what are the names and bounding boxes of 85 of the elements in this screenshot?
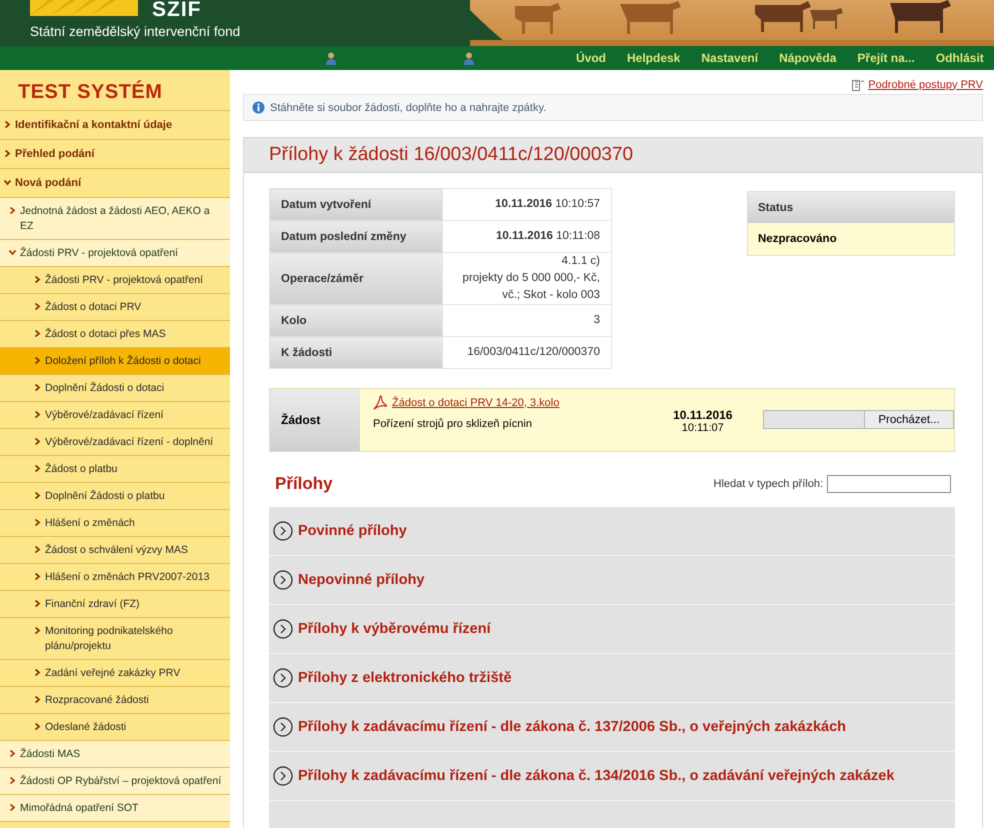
file-field[interactable]: [763, 410, 864, 429]
chevron-icon: [9, 750, 16, 757]
user-icon[interactable]: [463, 52, 475, 64]
file-link[interactable]: Žádost o dotaci PRV 14-20, 3.kolo: [392, 396, 560, 408]
nav-link[interactable]: Helpdesk: [627, 51, 680, 65]
accordion-header[interactable]: Přílohy k zadávacímu řízení - dle zákona č. 137/2006 Sb., o veřejných zakázkách: [269, 703, 955, 752]
chevron-circle-icon: [273, 570, 293, 590]
status-value: Nezpracováno: [748, 223, 954, 255]
menu-item[interactable]: Žádosti PRV - projektová opatření: [0, 240, 230, 267]
chevron-icon: [34, 411, 41, 418]
menu-item[interactable]: Doložení příloh k Žádosti o dotaci: [0, 348, 230, 375]
chevron-icon: [34, 696, 41, 703]
document-icon: [851, 78, 866, 91]
detail-value: 10.11.2016 10:11:08: [442, 220, 612, 252]
chevron-icon: [34, 276, 41, 283]
detail-value: 4.1.1 c) projekty do 5 000 000,- Kč, vč.; Skot - kolo 003: [442, 252, 612, 304]
accordion-header[interactable]: Přílohy k zadávacímu řízení - dle zákona č. 134/2016 Sb., o zadávání veřejných zakázek: [269, 752, 955, 801]
request-description: Pořízení strojů pro sklizeň pícnin: [373, 418, 533, 430]
detail-value: 3: [442, 304, 612, 336]
accordion-header[interactable]: Nepovinné přílohy: [269, 556, 955, 605]
request-time: 10:11:07: [682, 422, 724, 434]
chevron-circle-icon: [273, 717, 293, 737]
chevron-icon: [34, 573, 41, 580]
chevron-icon: [34, 723, 41, 730]
chevron-icon: [34, 492, 41, 499]
browse-button[interactable]: Procházet...: [864, 410, 954, 429]
site-subtitle: Státní zemědělský intervenční fond: [30, 24, 242, 39]
chevron-icon: [34, 384, 41, 391]
chevron-icon: [34, 357, 41, 364]
logo-text: SZIF: [152, 0, 202, 20]
request-label: Žádost: [270, 389, 360, 451]
nav-link[interactable]: Úvod: [576, 51, 606, 65]
chevron-icon: [4, 121, 11, 128]
detail-label: Datum poslední změny: [270, 220, 442, 252]
chevron-icon: [9, 777, 16, 784]
chevron-icon: [34, 519, 41, 526]
accordion-header[interactable]: Povinné přílohy: [269, 507, 955, 556]
logo-icon: [30, 0, 138, 16]
chevron-circle-icon: [273, 766, 293, 786]
menu-item[interactable]: Identifikační a kontaktní údaje: [0, 111, 230, 140]
status-heading: Status: [748, 192, 954, 223]
chevron-circle-icon: [273, 668, 293, 688]
user-icon[interactable]: [325, 52, 337, 64]
info-text: Stáhněte si soubor žádosti, doplňte ho a nahrajte zpátky.: [270, 102, 546, 114]
detail-label: Datum vytvoření: [270, 188, 442, 220]
detail-label: Kolo: [270, 304, 442, 336]
nav-link[interactable]: Odhlásit: [936, 51, 984, 65]
chevron-icon: [34, 465, 41, 472]
nav-link[interactable]: Přejít na...: [857, 51, 915, 65]
chevron-icon: [34, 438, 41, 445]
chevron-icon: [4, 179, 11, 186]
chevron-circle-icon: [273, 619, 293, 639]
chevron-icon: [9, 249, 16, 256]
pdf-icon: [373, 395, 388, 410]
chevron-icon: [4, 150, 11, 157]
accordion-header[interactable]: Přílohy z elektronického tržiště: [269, 654, 955, 703]
chevron-icon: [34, 303, 41, 310]
sidebar-title: TEST SYSTÉM: [0, 70, 230, 111]
menu-item[interactable]: Žádosti MAS: [0, 741, 230, 768]
detail-label: Operace/záměr: [270, 252, 442, 304]
chevron-icon: [34, 330, 41, 337]
chevron-icon: [9, 207, 16, 214]
nav-link[interactable]: Nápověda: [779, 51, 836, 65]
chevron-icon: [9, 804, 16, 811]
help-link[interactable]: Podrobné postupy PRV: [868, 78, 983, 90]
chevron-icon: [34, 669, 41, 676]
menu-item[interactable]: Mimořádná opatření SOT: [0, 795, 230, 822]
chevron-icon: [34, 600, 41, 607]
chevron-icon: [34, 546, 41, 553]
menu-item[interactable]: Přehled podání: [0, 140, 230, 169]
section-title: Přílohy: [275, 474, 333, 494]
detail-value: 10.11.2016 10:10:57: [442, 188, 612, 220]
info-icon: [252, 101, 265, 114]
menu-item[interactable]: Žádosti OP Rybářství – projektová opatření: [0, 768, 230, 795]
request-date: 10.11.2016: [673, 408, 732, 422]
search-label: Hledat v typech příloh:: [714, 478, 823, 490]
accordion-header[interactable]: Přílohy k výběrovému řízení: [269, 605, 955, 654]
panel-title: Přílohy k žádosti 16/003/0411c/120/000370: [244, 138, 982, 173]
menu-item[interactable]: Jednotná žádost a žádosti AEO, AEKO a EZ: [0, 198, 230, 240]
nav-link[interactable]: Nastavení: [701, 51, 758, 65]
detail-value: 16/003/0411c/120/000370: [442, 336, 612, 368]
detail-label: K žádosti: [270, 336, 442, 368]
chevron-icon: [34, 627, 41, 634]
search-field[interactable]: [827, 475, 951, 493]
chevron-circle-icon: [273, 521, 293, 541]
